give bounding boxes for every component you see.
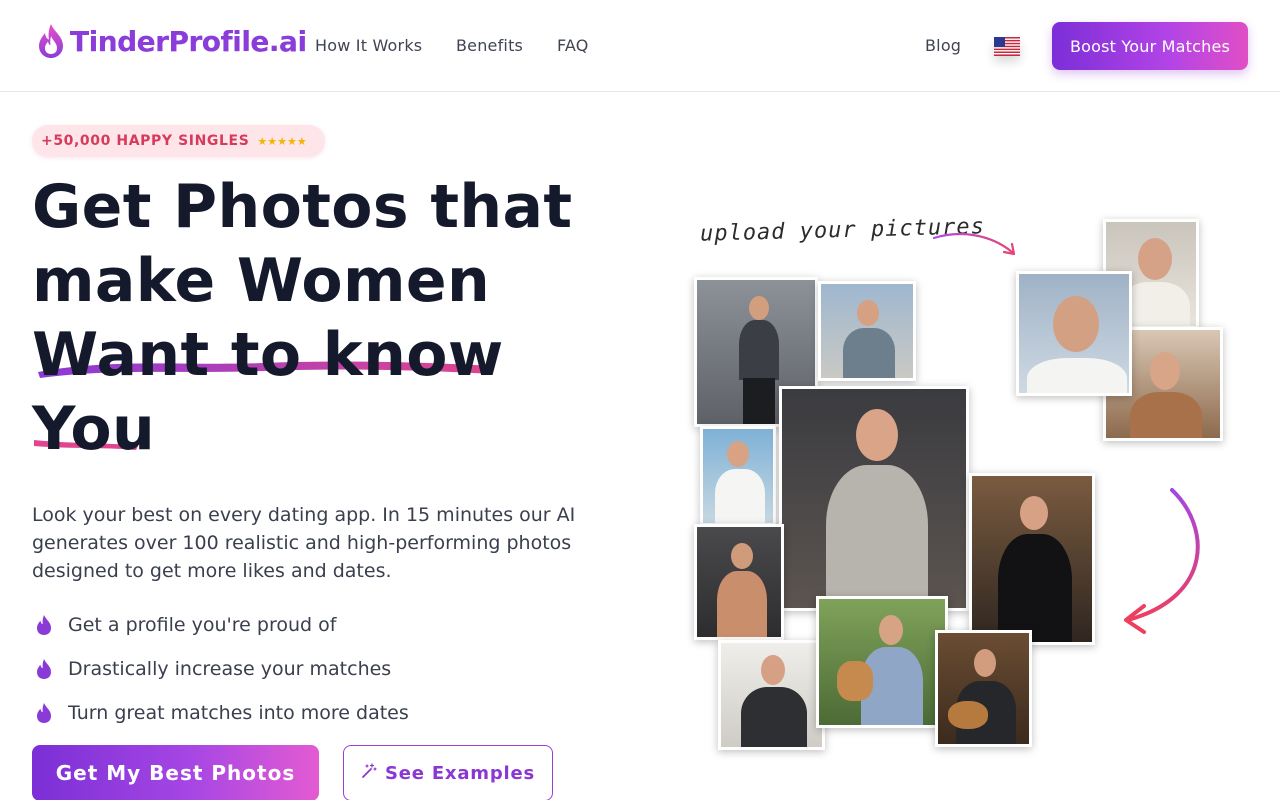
benefit-text: Get a profile you're proud of [68,614,337,636]
nav-link-blog[interactable]: Blog [925,36,961,55]
top-nav: TinderProfile.ai How It Works Benefits F… [0,0,1280,92]
nav-link-benefits[interactable]: Benefits [456,36,523,55]
flame-logo-icon [39,24,63,58]
nav-link-how-it-works[interactable]: How It Works [315,36,422,55]
generated-photo-office [718,640,825,750]
magic-wand-icon [361,762,377,784]
generated-photo-boxing [694,524,784,640]
generated-photo-runway [779,386,969,611]
generated-photo-guitar [935,630,1032,747]
headline-line-3-wrap: Want to know [32,318,652,392]
hero-description: Look your best on every dating app. In 1… [32,504,576,582]
rating-stars: ★★★★★ [257,134,307,148]
benefit-item: Get a profile you're proud of [32,603,409,647]
benefit-text: Turn great matches into more dates [68,702,409,724]
logo-text: TinderProfile.ai [70,24,307,58]
see-examples-button[interactable]: See Examples [343,745,553,800]
get-best-photos-button[interactable]: Get My Best Photos [32,745,319,800]
flame-icon [32,657,56,681]
headline-line-3: Want to know [32,320,504,390]
social-proof-badge: +50,000 HAPPY SINGLES ★★★★★ [32,125,325,157]
logo-link[interactable]: TinderProfile.ai [36,22,307,60]
hero-headline: Get Photos that make Women Want to know … [32,170,652,466]
flame-icon [32,701,56,725]
generated-photo-dog [816,596,948,728]
uploaded-selfie-3 [1016,271,1132,396]
headline-line-1: Get Photos that [32,172,573,242]
see-examples-label: See Examples [384,762,536,784]
generated-photo-gala [969,473,1095,645]
flame-icon [32,613,56,637]
generated-photo-beach [700,426,776,526]
generated-photo-helicopter [818,281,916,381]
curved-return-arrow-icon [1124,488,1200,634]
curved-arrow-icon [932,232,1016,256]
benefit-item: Drastically increase your matches [32,647,409,691]
headline-line-2: make Women [32,246,491,316]
nav-link-faq[interactable]: FAQ [557,36,589,55]
boost-matches-button[interactable]: Boost Your Matches [1052,22,1248,70]
headline-line-4: You [32,394,156,464]
headline-line-4-wrap: You [32,392,652,466]
benefit-item: Turn great matches into more dates [32,691,409,735]
badge-text: +50,000 HAPPY SINGLES [41,133,250,149]
benefit-text: Drastically increase your matches [68,658,392,680]
benefits-list: Get a profile you're proud of Drasticall… [32,603,409,735]
us-flag-icon[interactable] [994,37,1020,56]
